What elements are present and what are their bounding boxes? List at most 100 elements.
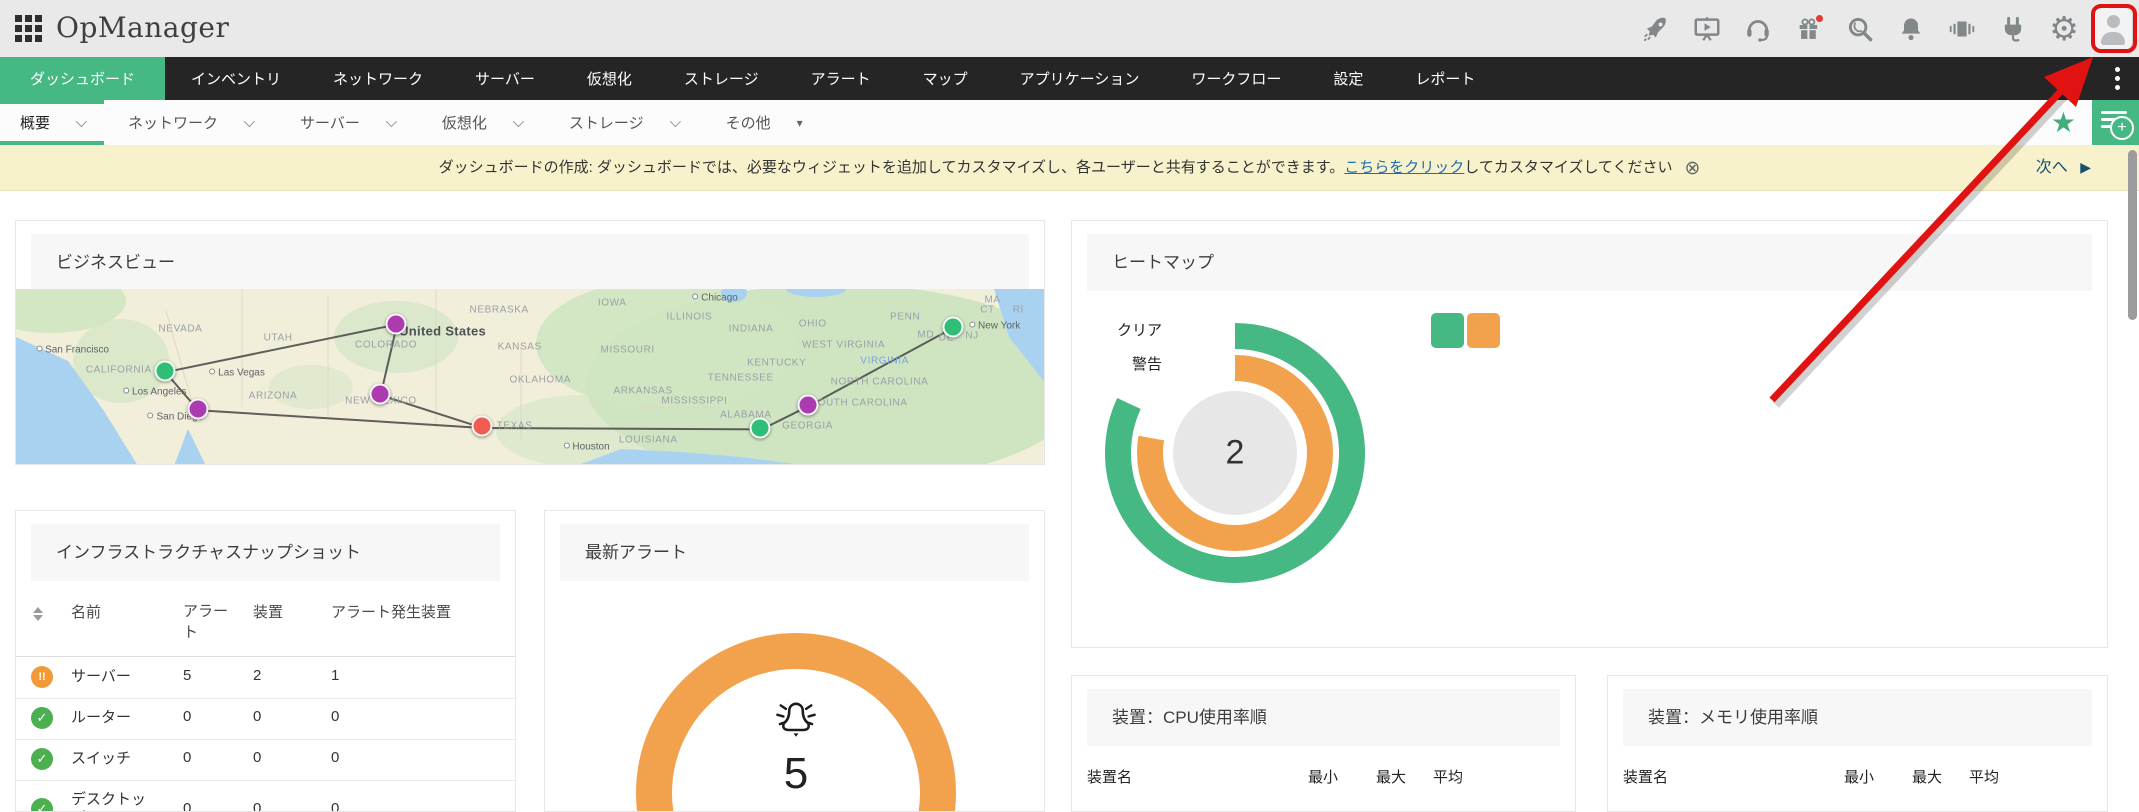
memory-usage-panel: 装置：メモリ使用率順 装置名 最小 最大 平均 [1607, 675, 2108, 812]
banner-link[interactable]: こちらをクリック [1344, 159, 1464, 176]
sort-icon[interactable] [33, 607, 43, 621]
vertical-scrollbar-thumb[interactable] [2128, 150, 2137, 320]
map-label-nj: NJ [965, 331, 978, 342]
business-view-panel: ビジネスビュー United StatesNEVADAUTAHCALIFORNI… [15, 220, 1045, 465]
map-label-san-francisco: San Francisco [36, 345, 109, 356]
subtab-virtualization[interactable]: 仮想化 [418, 100, 545, 145]
chevron-down-icon[interactable] [386, 115, 397, 126]
map-node-south-carolina[interactable] [797, 394, 818, 415]
map-node-colorado[interactable] [386, 314, 407, 335]
whats-new-gift-icon[interactable] [1794, 14, 1824, 44]
chevron-down-icon[interactable] [669, 115, 680, 126]
user-avatar[interactable] [2094, 8, 2132, 50]
col-name[interactable]: 名前 [71, 601, 101, 622]
infra-row-3-devices: 0 [253, 800, 261, 812]
nav-applications[interactable]: アプリケーション [994, 57, 1166, 100]
nav-more-menu-icon[interactable] [2107, 57, 2127, 100]
infra-row-desktop[interactable]: ✓ デスクトップ 0 0 0 [16, 780, 515, 812]
add-dashboard-button[interactable] [2092, 100, 2139, 145]
mem-col-max[interactable]: 最大 [1908, 766, 1942, 787]
map-label-kentucky: KENTUCKY [747, 357, 806, 368]
cpu-col-avg[interactable]: 平均 [1429, 766, 1463, 787]
nav-settings[interactable]: 設定 [1307, 57, 1389, 100]
favorite-star-icon[interactable]: ★ [2051, 106, 2076, 139]
chevron-down-icon[interactable] [513, 115, 524, 126]
map-label-ri: RI [1013, 305, 1024, 316]
banner-next-button[interactable]: 次へ ▶ [2036, 145, 2091, 190]
search-icon[interactable] [1845, 14, 1875, 44]
infra-row-server[interactable]: !! サーバー 5 2 1 [16, 657, 515, 699]
demo-video-icon[interactable] [1692, 14, 1722, 44]
nav-workflow[interactable]: ワークフロー [1165, 57, 1307, 100]
map-node-georgia[interactable] [750, 417, 771, 438]
heatmap-legend[interactable] [1431, 313, 1500, 348]
banner-close-icon[interactable]: ⊗ [1684, 146, 1700, 191]
mem-col-min[interactable]: 最小 [1840, 766, 1874, 787]
mem-col-avg[interactable]: 平均 [1965, 766, 1999, 787]
subtab-others[interactable]: その他 ▾ [702, 100, 827, 145]
nav-server[interactable]: サーバー [449, 57, 561, 100]
app-launcher-grid-icon[interactable] [15, 15, 42, 42]
nav-network[interactable]: ネットワーク [307, 57, 449, 100]
subtab-network-label: ネットワーク [128, 112, 218, 133]
infra-row-router[interactable]: ✓ ルーター 0 0 0 [16, 698, 515, 740]
infra-row-0-name: サーバー [71, 667, 149, 686]
infra-row-2-alerts: 0 [183, 749, 191, 766]
map-node-san-diego[interactable] [187, 398, 208, 419]
nav-inventory[interactable]: インベントリ [165, 57, 307, 100]
col-devices[interactable]: 装置 [253, 601, 283, 622]
map-label-north-carolina: NORTH CAROLINA [831, 376, 929, 387]
infra-row-3-alert-devices: 0 [331, 800, 339, 812]
video-wall-icon[interactable] [1947, 14, 1977, 44]
nav-maps[interactable]: マップ [897, 57, 994, 100]
infra-row-3-name: デスクトップ [71, 790, 149, 812]
subtab-server[interactable]: サーバー [276, 100, 418, 145]
infra-row-switch[interactable]: ✓ スイッチ 0 0 0 [16, 739, 515, 781]
map-node-new-york[interactable] [942, 316, 963, 337]
cpu-usage-panel: 装置：CPU使用率順 装置名 最小 最大 平均 [1071, 675, 1576, 812]
map-node-texas[interactable] [471, 416, 492, 437]
support-headset-icon[interactable] [1743, 14, 1773, 44]
map-node-new-mexico[interactable] [369, 384, 390, 405]
settings-gear-icon[interactable]: ⚙ [2049, 14, 2079, 44]
subtab-storage[interactable]: ストレージ [545, 100, 702, 145]
cpu-col-device[interactable]: 装置名 [1087, 766, 1132, 787]
map-label-louisiana: LOUISIANA [619, 434, 678, 445]
play-arrow-icon: ▶ [2080, 159, 2091, 175]
cpu-col-min[interactable]: 最小 [1304, 766, 1338, 787]
nav-dashboard[interactable]: ダッシュボード [0, 57, 165, 100]
map-label-south-carolina: SOUTH CAROLINA [810, 397, 907, 408]
caret-down-icon[interactable]: ▾ [797, 116, 803, 130]
cpu-col-max[interactable]: 最大 [1372, 766, 1406, 787]
nav-alerts[interactable]: アラート [785, 57, 897, 100]
col-alert-devices[interactable]: アラート発生装置 [331, 601, 451, 622]
mem-col-device[interactable]: 装置名 [1623, 766, 1668, 787]
nav-reports[interactable]: レポート [1389, 57, 1501, 100]
notifications-bell-icon[interactable] [1896, 14, 1926, 44]
col-alerts[interactable]: アラート [183, 601, 239, 643]
nav-storage[interactable]: ストレージ [658, 57, 785, 100]
chevron-down-icon[interactable] [244, 115, 255, 126]
infra-row-0-status-icon: !! [31, 666, 53, 688]
infra-row-2-devices: 0 [253, 749, 261, 766]
infra-row-2-name: スイッチ [71, 749, 149, 768]
subtab-server-label: サーバー [300, 112, 360, 133]
plugin-icon[interactable] [1998, 14, 2028, 44]
map-label-missouri: MISSOURI [601, 345, 655, 356]
launch-rocket-icon[interactable] [1641, 14, 1671, 44]
map-label-md: MD [917, 329, 934, 340]
subtab-network[interactable]: ネットワーク [104, 100, 276, 145]
legend-warning-swatch[interactable] [1467, 313, 1500, 348]
map-label-tennessee: TENNESSEE [708, 373, 774, 384]
chevron-down-icon[interactable] [76, 115, 87, 126]
banner-prefix: ダッシュボードの作成: ダッシュボードでは、必要なウィジェットを追加してカスタマ… [439, 159, 1345, 176]
subtab-overview[interactable]: 概要 [0, 100, 104, 145]
nav-virtualization[interactable]: 仮想化 [561, 57, 658, 100]
infra-row-3-status-icon: ✓ [31, 798, 53, 812]
subtab-overview-label: 概要 [20, 112, 50, 133]
legend-clear-swatch[interactable] [1431, 313, 1464, 348]
infra-row-0-alert-devices: 1 [331, 667, 339, 684]
map-node-california[interactable] [155, 361, 176, 382]
heatmap-donut-chart[interactable]: 2 [1085, 303, 1385, 603]
avatar-body [2101, 32, 2125, 45]
